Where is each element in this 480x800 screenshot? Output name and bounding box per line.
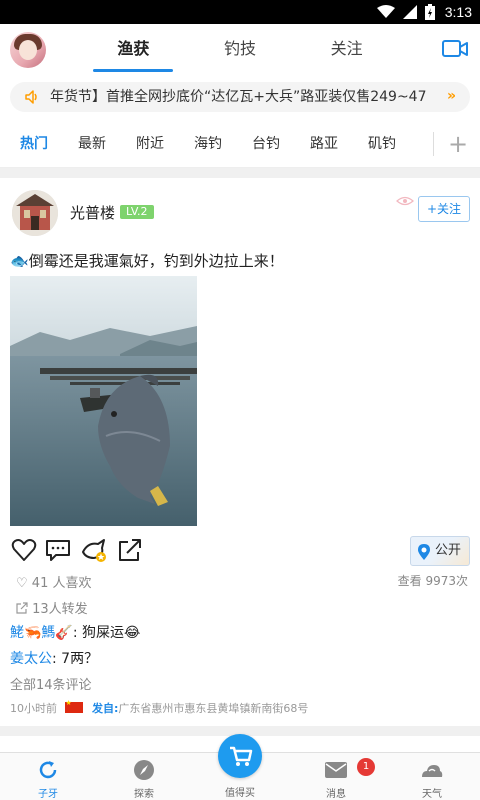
category-latest[interactable]: 最新 xyxy=(78,120,106,168)
visibility-tag[interactable]: 公开 xyxy=(410,536,470,566)
category-hot[interactable]: 热门 xyxy=(20,120,48,168)
nav-weather[interactable]: 天气 xyxy=(384,753,480,800)
all-comments-link[interactable]: 全部14条评论 xyxy=(10,674,92,693)
comment-item[interactable]: 姜太公: 7两？ xyxy=(10,648,98,668)
notice-more-icon[interactable]: » xyxy=(447,88,456,104)
commenter-name[interactable]: 鮱🦐鰢🎸 xyxy=(10,625,73,641)
video-camera-icon[interactable] xyxy=(442,38,468,60)
post-photo[interactable] xyxy=(10,276,197,526)
comment-icon[interactable] xyxy=(44,536,72,564)
post-card: 光普楼 LV.2 +关注 🐟倒霉还是我運氣好，钓到外边拉上来！ 公开 ♡ 41 … xyxy=(0,178,480,726)
tab-following[interactable]: 关注 xyxy=(293,24,400,74)
category-rock-fishing[interactable]: 矶钓 xyxy=(368,120,396,168)
tab-catch[interactable]: 渔获 xyxy=(80,24,187,74)
author-name[interactable]: 光普楼 xyxy=(70,202,115,223)
signal-icon xyxy=(402,5,417,19)
china-flag-icon xyxy=(64,699,83,713)
refresh-icon xyxy=(39,761,57,779)
comment-text: : 狗屎运😂 xyxy=(72,625,141,641)
shares-count[interactable]: 13人转发 xyxy=(16,598,88,617)
level-badge: LV.2 xyxy=(120,205,154,219)
likes-count[interactable]: ♡ 41 人喜欢 xyxy=(16,572,91,591)
compass-icon xyxy=(134,760,154,780)
gift-fish-icon[interactable] xyxy=(80,536,108,564)
heart-icon[interactable] xyxy=(10,536,38,564)
post-time: 10小时前 xyxy=(10,702,57,715)
nav-home[interactable]: 子牙 xyxy=(0,753,96,800)
wifi-icon xyxy=(376,5,395,19)
tab-skills[interactable]: 钓技 xyxy=(187,24,294,74)
share-icon[interactable] xyxy=(116,536,144,564)
message-badge: 1 xyxy=(357,758,375,776)
cart-icon xyxy=(230,746,253,766)
envelope-icon xyxy=(325,762,347,778)
views-count: 查看 9973次 xyxy=(397,574,468,588)
post-location: 广东省惠州市惠东县黄埠镇新南街68号 xyxy=(118,702,309,715)
share-small-icon xyxy=(16,602,28,614)
shop-cart-button[interactable] xyxy=(218,734,262,778)
category-sea-fishing[interactable]: 海钓 xyxy=(194,120,222,168)
status-bar: 3:13 xyxy=(0,0,480,24)
follow-button[interactable]: +关注 xyxy=(418,196,470,222)
weather-icon xyxy=(422,765,443,777)
speaker-icon xyxy=(25,90,37,104)
comment-item[interactable]: 鮱🦐鰢🎸: 狗屎运😂 xyxy=(10,622,140,642)
category-platform-fishing[interactable]: 台钓 xyxy=(252,120,280,168)
comment-text: : 7两？ xyxy=(52,651,99,667)
post-text: 倒霉还是我運氣好，钓到外边拉上来！ xyxy=(28,252,284,270)
post-content: 🐟倒霉还是我運氣好，钓到外边拉上来！ xyxy=(10,250,284,271)
nav-explore[interactable]: 探索 xyxy=(96,753,192,800)
from-label: 发自: xyxy=(92,702,119,715)
location-pin-icon xyxy=(418,544,430,560)
fish-icon: 🐟 xyxy=(10,252,29,270)
visibility-label: 公开 xyxy=(435,543,462,558)
notice-banner[interactable]: 年货节】首推全网抄底价“达亿瓦+大兵”路亚装仅售249~47 » xyxy=(10,82,470,112)
nav-shop-label[interactable]: 值得买 xyxy=(192,784,288,799)
commenter-name[interactable]: 姜太公 xyxy=(10,651,52,667)
decoration-icon xyxy=(396,196,414,206)
clock: 3:13 xyxy=(444,4,472,20)
top-tabs: 渔获 钓技 关注 xyxy=(80,24,400,74)
heart-outline-icon: ♡ xyxy=(16,576,28,591)
category-tabs: 热门 最新 附近 海钓 台钓 路亚 矶钓 + xyxy=(0,120,480,168)
category-lure[interactable]: 路亚 xyxy=(310,120,338,168)
top-bar: 渔获 钓技 关注 xyxy=(0,24,480,74)
user-avatar[interactable] xyxy=(10,32,46,68)
notice-section: 年货节】首推全网抄底价“达亿瓦+大兵”路亚装仅售249~47 » xyxy=(0,74,480,120)
category-nearby[interactable]: 附近 xyxy=(136,120,164,168)
notice-text: 年货节】首推全网抄底价“达亿瓦+大兵”路亚装仅售249~47 xyxy=(50,89,427,105)
add-category-icon[interactable]: + xyxy=(446,130,470,158)
author-avatar[interactable] xyxy=(12,190,58,236)
battery-icon xyxy=(424,4,435,20)
post-meta: 10小时前 发自:广东省惠州市惠东县黄埠镇新南街68号 xyxy=(10,699,309,716)
